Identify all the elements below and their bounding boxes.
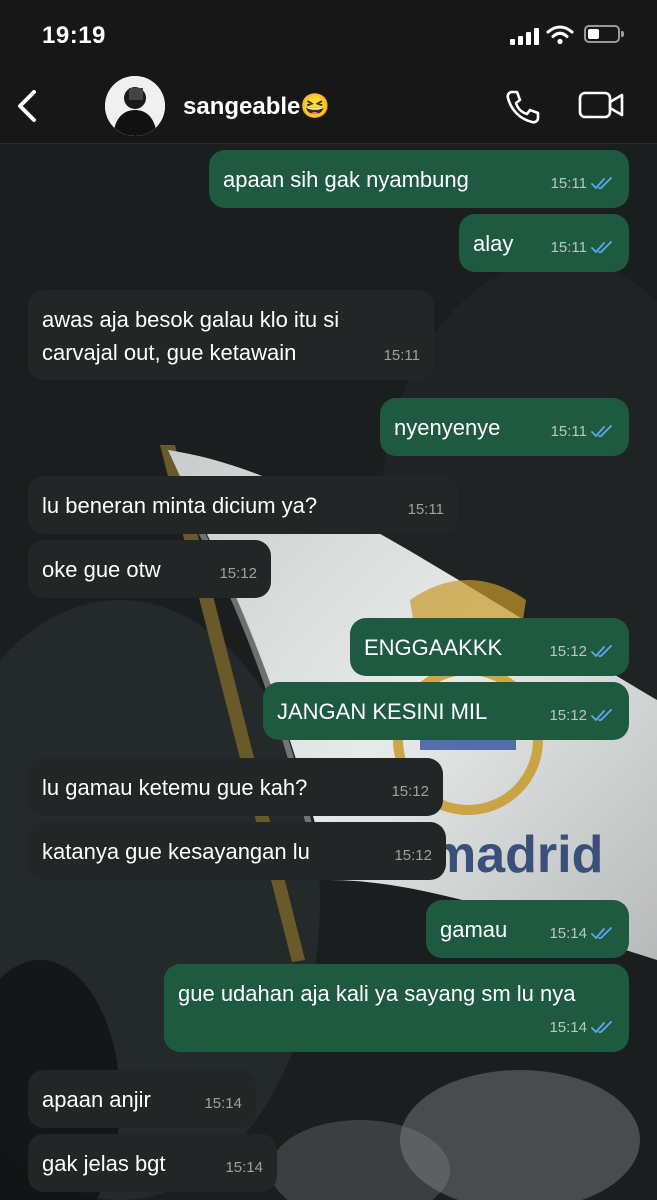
message-meta: 15:11 xyxy=(551,415,615,448)
message-meta: 15:11 xyxy=(551,167,615,200)
message-meta: 15:12 xyxy=(219,557,257,590)
message-meta: 15:12 xyxy=(549,635,615,668)
message-bubble-incoming[interactable]: katanya gue kesayangan lu 15:12 xyxy=(28,822,446,880)
message-text: apaan sih gak nyambung xyxy=(223,167,469,192)
message-bubble-outgoing[interactable]: ENGGAAKKK 15:12 xyxy=(350,618,629,676)
message-text: katanya gue kesayangan lu xyxy=(42,839,310,864)
message-bubble-outgoing[interactable]: JANGAN KESINI MIL 15:12 xyxy=(263,682,629,740)
chevron-left-icon[interactable] xyxy=(12,86,42,126)
double-check-icon xyxy=(591,240,612,253)
message-text: oke gue otw xyxy=(42,557,161,582)
message-text: JANGAN KESINI MIL xyxy=(277,699,488,724)
message-bubble-outgoing[interactable]: apaan sih gak nyambung 15:11 xyxy=(209,150,629,208)
message-text: lu gamau ketemu gue kah? xyxy=(42,775,308,800)
message-text: awas aja besok galau klo itu si carvajal… xyxy=(42,307,340,365)
wifi-icon xyxy=(546,25,574,45)
message-text: gue udahan aja kali ya sayang sm lu nya xyxy=(178,981,576,1006)
message-meta: 15:12 xyxy=(549,699,615,732)
message-time: 15:11 xyxy=(550,423,587,440)
message-time: 15:14 xyxy=(204,1095,242,1112)
message-bubble-incoming[interactable]: oke gue otw 15:12 xyxy=(28,540,271,598)
double-check-icon xyxy=(591,1020,612,1033)
message-time: 15:12 xyxy=(549,707,587,724)
message-text: lu beneran minta dicium ya? xyxy=(42,493,318,518)
message-bubble-incoming[interactable]: gak jelas bgt 15:14 xyxy=(28,1134,277,1192)
message-time: 15:14 xyxy=(225,1159,263,1176)
message-meta: 15:14 xyxy=(549,917,615,950)
message-text: alay xyxy=(473,231,514,256)
phone-icon[interactable] xyxy=(504,88,542,126)
message-bubble-outgoing[interactable]: alay 15:11 xyxy=(459,214,629,272)
message-meta: 15:11 xyxy=(384,339,420,372)
message-bubble-incoming[interactable]: lu beneran minta dicium ya? 15:11 xyxy=(28,476,458,534)
message-text: gamau xyxy=(440,917,508,942)
message-time: 15:14 xyxy=(549,925,587,942)
message-meta: 15:12 xyxy=(391,775,429,808)
message-time: 15:12 xyxy=(391,783,429,800)
message-list[interactable]: apaan sih gak nyambung 15:11 alay 15:11 … xyxy=(0,144,657,1200)
message-time: 15:12 xyxy=(219,565,257,582)
contact-name[interactable]: sangeable😆 xyxy=(183,92,330,121)
message-time: 15:12 xyxy=(549,643,587,660)
message-time: 15:11 xyxy=(383,347,420,364)
avatar[interactable] xyxy=(105,76,165,136)
message-text: apaan anjir xyxy=(42,1087,151,1112)
battery-icon xyxy=(584,25,624,43)
double-check-icon xyxy=(591,708,612,721)
message-bubble-incoming[interactable]: awas aja besok galau klo itu si carvajal… xyxy=(28,290,434,380)
message-text: ENGGAAKKK xyxy=(364,635,503,660)
message-bubble-outgoing[interactable]: gue udahan aja kali ya sayang sm lu nya … xyxy=(164,964,629,1052)
message-bubble-outgoing[interactable]: gamau 15:14 xyxy=(426,900,629,958)
message-bubble-incoming[interactable]: apaan anjir 15:14 xyxy=(28,1070,256,1128)
message-time: 15:11 xyxy=(550,175,587,192)
avatar-photo xyxy=(105,76,165,136)
message-time: 15:11 xyxy=(550,239,587,256)
status-time: 19:19 xyxy=(42,22,106,49)
message-time: 15:12 xyxy=(394,847,432,864)
double-check-icon xyxy=(591,424,612,437)
message-meta: 15:11 xyxy=(551,231,615,264)
message-meta: 15:14 xyxy=(204,1087,242,1120)
message-meta: 15:14 xyxy=(225,1151,263,1184)
message-text: gak jelas bgt xyxy=(42,1151,166,1176)
message-bubble-outgoing[interactable]: nyenyenye 15:11 xyxy=(380,398,629,456)
message-time: 15:11 xyxy=(407,501,444,518)
double-check-icon xyxy=(591,926,612,939)
message-bubble-incoming[interactable]: lu gamau ketemu gue kah? 15:12 xyxy=(28,758,443,816)
status-bar: 19:19 xyxy=(0,0,657,70)
message-meta: 15:14 xyxy=(549,1011,615,1044)
message-time: 15:14 xyxy=(549,1019,587,1036)
double-check-icon xyxy=(591,644,612,657)
message-text: nyenyenye xyxy=(394,415,501,440)
chat-screen: madrid 19:19 sangeable😆 apaan sih gak ny… xyxy=(0,0,657,1200)
message-meta: 15:11 xyxy=(408,493,444,526)
message-meta: 15:12 xyxy=(394,839,432,872)
chat-header: sangeable😆 xyxy=(0,70,657,144)
double-check-icon xyxy=(591,176,612,189)
video-camera-icon[interactable] xyxy=(578,90,624,120)
cellular-signal-icon xyxy=(510,27,540,45)
